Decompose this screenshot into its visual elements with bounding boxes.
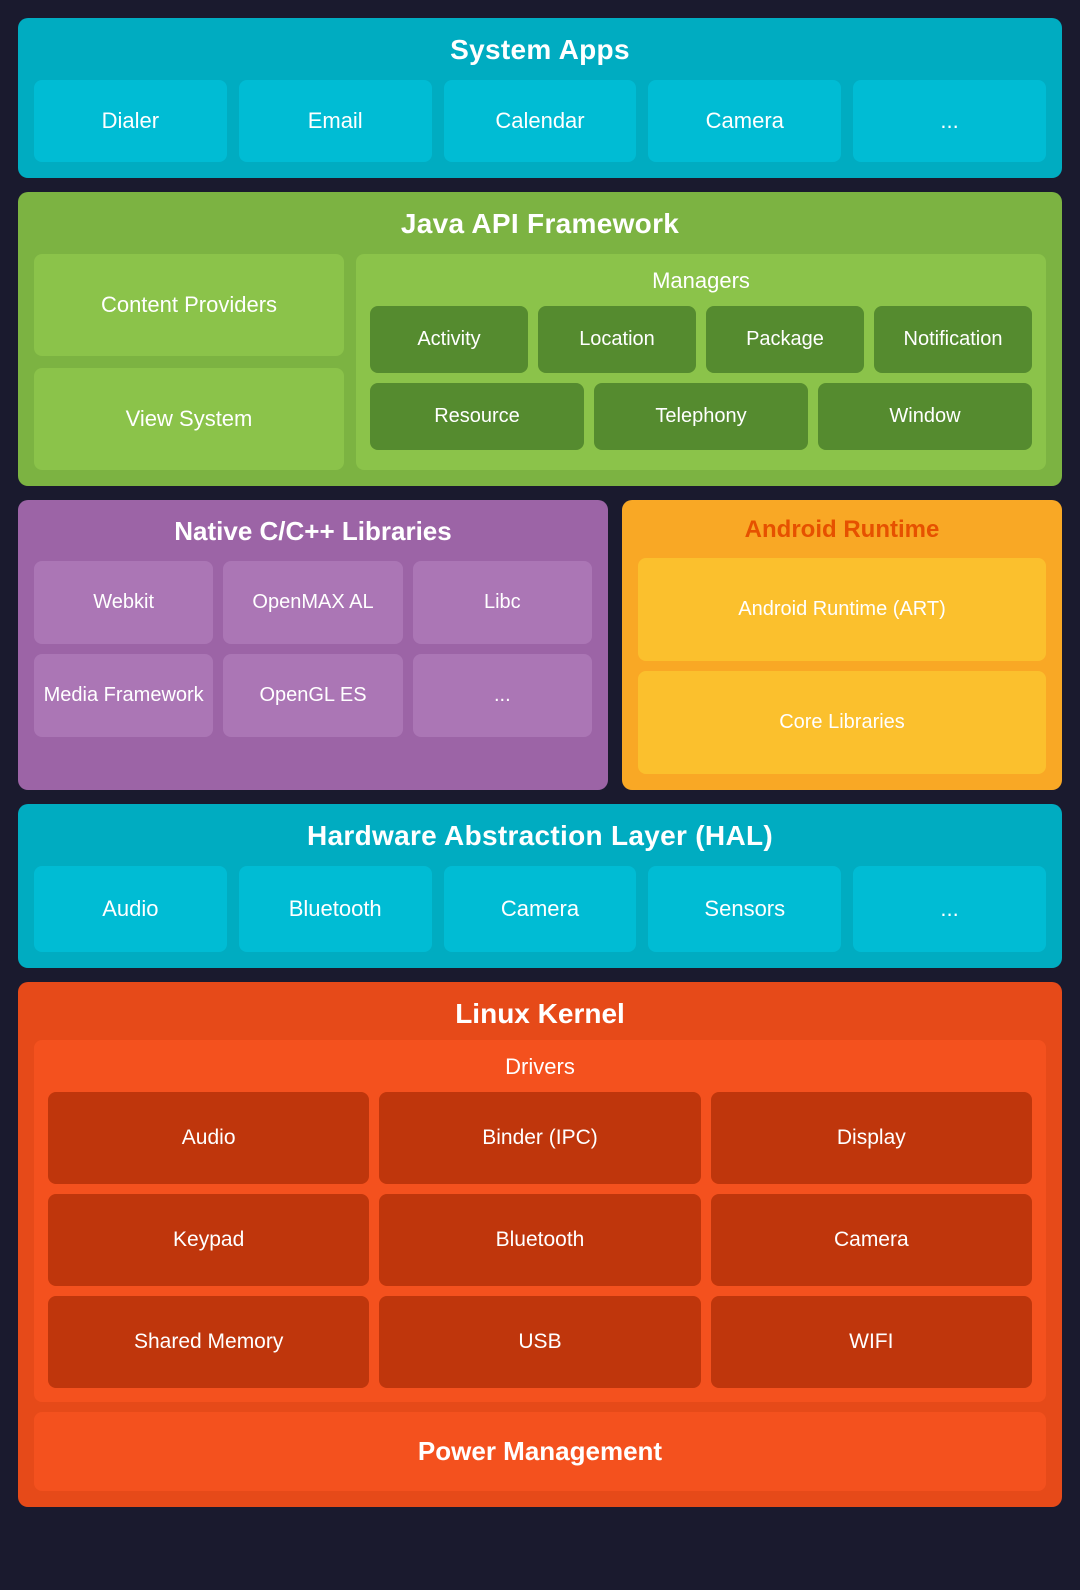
driver-shared-memory: Shared Memory (48, 1296, 369, 1388)
driver-wifi: WIFI (711, 1296, 1032, 1388)
managers-section: Managers Activity Location Package Notif… (356, 254, 1046, 470)
view-system-box: View System (34, 368, 344, 470)
drivers-section: Drivers Audio Binder (IPC) Display Keypa… (34, 1040, 1046, 1402)
drivers-row-1: Audio Binder (IPC) Display (48, 1092, 1032, 1184)
android-runtime-title: Android Runtime (638, 516, 1046, 544)
native-runtime-row: Native C/C++ Libraries Webkit OpenMAX AL… (18, 500, 1062, 790)
native-libs-layer: Native C/C++ Libraries Webkit OpenMAX AL… (18, 500, 608, 790)
framework-inner: Content Providers View System Managers A… (34, 254, 1046, 470)
managers-title: Managers (370, 268, 1032, 294)
app-dialer: Dialer (34, 80, 227, 162)
manager-location: Location (538, 306, 696, 373)
app-calendar: Calendar (444, 80, 637, 162)
runtime-core: Core Libraries (638, 671, 1046, 774)
native-opengl: OpenGL ES (223, 654, 402, 737)
runtime-inner: Android Runtime (ART) Core Libraries (638, 558, 1046, 774)
power-management-box: Power Management (34, 1412, 1046, 1491)
drivers-title: Drivers (48, 1054, 1032, 1080)
java-framework-title: Java API Framework (34, 208, 1046, 240)
linux-kernel-title: Linux Kernel (34, 998, 1046, 1030)
manager-telephony: Telephony (594, 383, 808, 450)
native-row-2: Media Framework OpenGL ES ... (34, 654, 592, 737)
java-framework-layer: Java API Framework Content Providers Vie… (18, 192, 1062, 486)
system-apps-grid: Dialer Email Calendar Camera ... (34, 80, 1046, 162)
hal-more: ... (853, 866, 1046, 952)
managers-grid: Activity Location Package Notification R… (370, 306, 1032, 450)
hal-audio: Audio (34, 866, 227, 952)
framework-left: Content Providers View System (34, 254, 344, 470)
manager-window: Window (818, 383, 1032, 450)
native-more: ... (413, 654, 592, 737)
driver-camera: Camera (711, 1194, 1032, 1286)
app-more: ... (853, 80, 1046, 162)
native-webkit: Webkit (34, 561, 213, 644)
managers-row-2: Resource Telephony Window (370, 383, 1032, 450)
driver-keypad: Keypad (48, 1194, 369, 1286)
native-libc: Libc (413, 561, 592, 644)
hal-sensors: Sensors (648, 866, 841, 952)
content-providers-box: Content Providers (34, 254, 344, 356)
hal-camera: Camera (444, 866, 637, 952)
driver-audio: Audio (48, 1092, 369, 1184)
native-row-1: Webkit OpenMAX AL Libc (34, 561, 592, 644)
manager-package: Package (706, 306, 864, 373)
manager-activity: Activity (370, 306, 528, 373)
drivers-row-2: Keypad Bluetooth Camera (48, 1194, 1032, 1286)
driver-usb: USB (379, 1296, 700, 1388)
hal-title: Hardware Abstraction Layer (HAL) (34, 820, 1046, 852)
app-camera: Camera (648, 80, 841, 162)
hal-grid: Audio Bluetooth Camera Sensors ... (34, 866, 1046, 952)
runtime-art: Android Runtime (ART) (638, 558, 1046, 661)
manager-resource: Resource (370, 383, 584, 450)
native-grid: Webkit OpenMAX AL Libc Media Framework O… (34, 561, 592, 737)
native-media: Media Framework (34, 654, 213, 737)
android-runtime-layer: Android Runtime Android Runtime (ART) Co… (622, 500, 1062, 790)
drivers-grid: Audio Binder (IPC) Display Keypad Blueto… (48, 1092, 1032, 1388)
drivers-row-3: Shared Memory USB WIFI (48, 1296, 1032, 1388)
driver-display: Display (711, 1092, 1032, 1184)
native-openmax: OpenMAX AL (223, 561, 402, 644)
native-libs-title: Native C/C++ Libraries (34, 516, 592, 547)
hal-bluetooth: Bluetooth (239, 866, 432, 952)
driver-binder: Binder (IPC) (379, 1092, 700, 1184)
managers-row-1: Activity Location Package Notification (370, 306, 1032, 373)
manager-notification: Notification (874, 306, 1032, 373)
system-apps-title: System Apps (34, 34, 1046, 66)
system-apps-layer: System Apps Dialer Email Calendar Camera… (18, 18, 1062, 178)
linux-kernel-layer: Linux Kernel Drivers Audio Binder (IPC) … (18, 982, 1062, 1507)
hal-layer: Hardware Abstraction Layer (HAL) Audio B… (18, 804, 1062, 968)
app-email: Email (239, 80, 432, 162)
driver-bluetooth: Bluetooth (379, 1194, 700, 1286)
